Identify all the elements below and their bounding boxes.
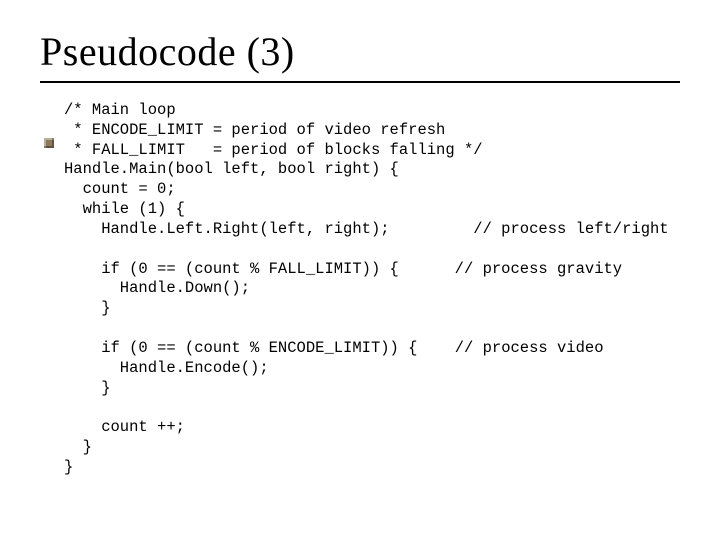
code-comment: // process left/right — [473, 220, 668, 238]
code-comment: // process video — [455, 339, 604, 357]
code-line: Handle.Left.Right(left, right); — [64, 220, 390, 238]
code-line: } — [64, 299, 111, 317]
code-line: Handle.Down(); — [64, 279, 250, 297]
code-line: count ++; — [64, 418, 185, 436]
code-line: if (0 == (count % FALL_LIMIT)) { — [64, 260, 399, 278]
code-line: while (1) { — [64, 200, 185, 218]
bullet-icon — [44, 138, 54, 148]
code-line: } — [64, 379, 111, 397]
code-gap — [417, 339, 454, 359]
code-line: } — [64, 458, 73, 476]
pseudocode-block: /* Main loop * ENCODE_LIMIT = period of … — [40, 101, 680, 478]
code-line: * FALL_LIMIT = period of blocks falling … — [64, 141, 483, 159]
code-gap — [390, 220, 474, 240]
slide: Pseudocode (3) /* Main loop * ENCODE_LIM… — [0, 0, 720, 540]
code-comment: // process gravity — [455, 260, 622, 278]
slide-title: Pseudocode (3) — [40, 28, 680, 75]
code-line: * ENCODE_LIMIT = period of video refresh — [64, 121, 445, 139]
code-line: if (0 == (count % ENCODE_LIMIT)) { — [64, 339, 417, 357]
code-line: /* Main loop — [64, 101, 176, 119]
code-line: Handle.Encode(); — [64, 359, 269, 377]
code-line: } — [64, 438, 92, 456]
code-line: count = 0; — [64, 180, 176, 198]
code-line: Handle.Main(bool left, bool right) { — [64, 160, 399, 178]
code-gap — [399, 260, 455, 280]
title-rule — [40, 81, 680, 83]
